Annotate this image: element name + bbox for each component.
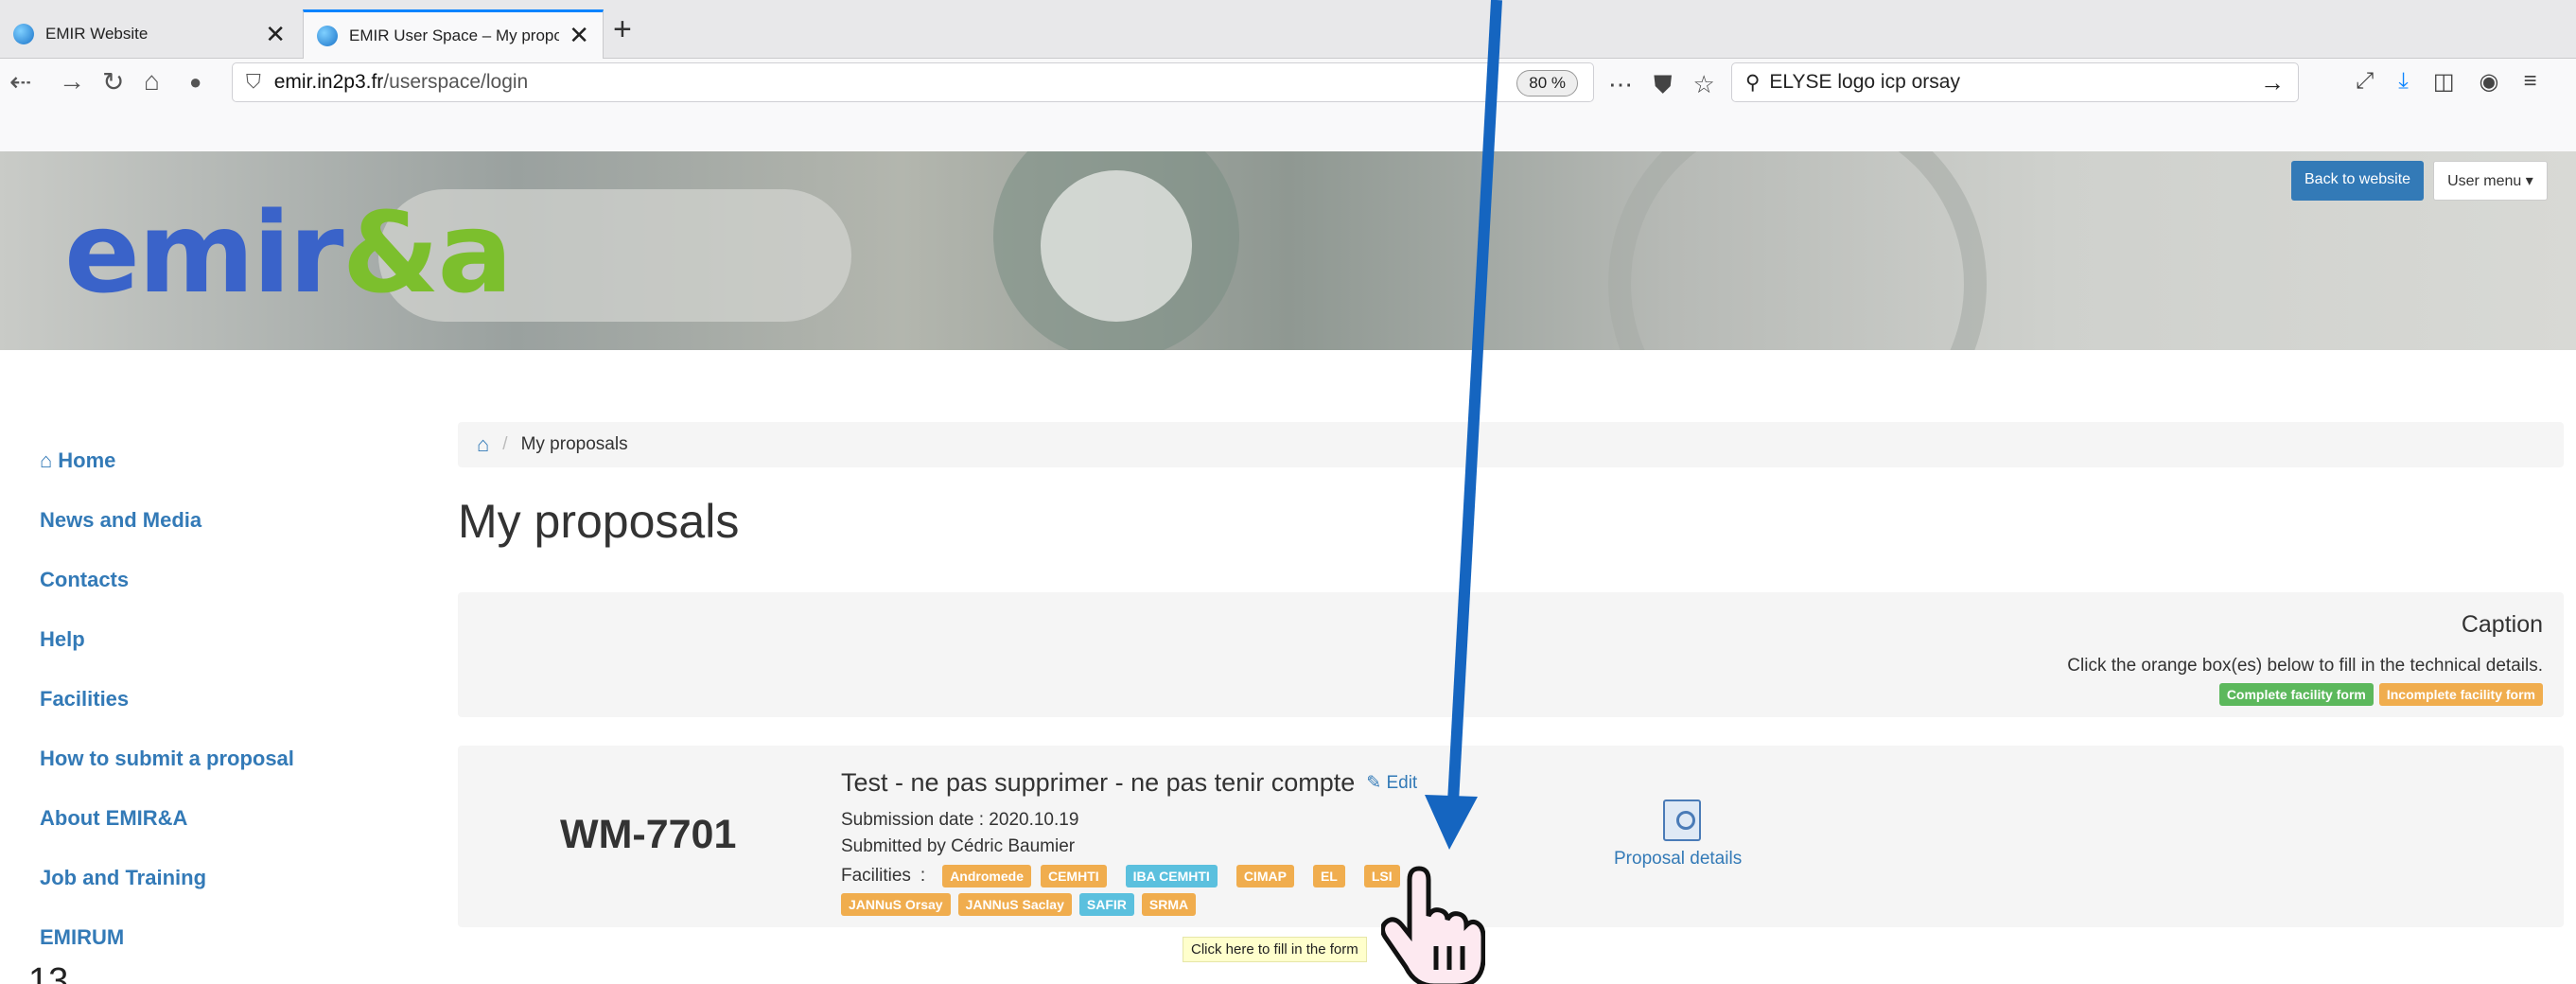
annotation-arrow — [1425, 0, 1502, 850]
arrowhead-icon — [1425, 795, 1478, 850]
page-number: 13 — [28, 961, 69, 984]
hand-cursor-icon — [1381, 866, 1485, 984]
arrow-shaft — [1447, 0, 1502, 803]
